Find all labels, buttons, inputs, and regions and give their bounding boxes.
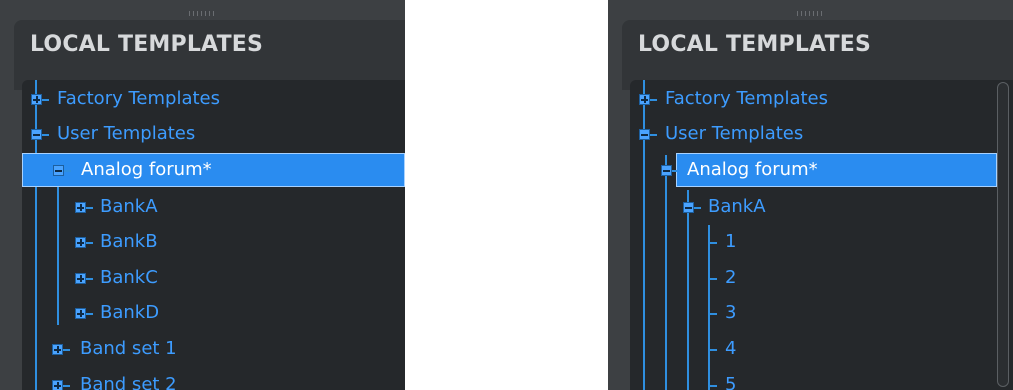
template-tree: Factory Templates User Templates Analog … <box>22 80 405 390</box>
tree-connector <box>86 207 93 209</box>
tree-item-analog-forum[interactable]: Analog forum* <box>22 153 405 187</box>
template-tree: Factory Templates User Templates Analog … <box>630 80 1013 390</box>
tree-item-template-1[interactable]: 1 <box>630 225 1013 259</box>
tree-connector <box>86 313 93 315</box>
collapse-minus-icon[interactable] <box>683 202 694 213</box>
tree-item-label: Analog forum* <box>81 159 212 180</box>
tree-item-label: BankA <box>708 196 766 217</box>
tree-item-label: 3 <box>725 302 737 323</box>
tree-item-label: 4 <box>725 338 737 359</box>
tree-item-factory-templates[interactable]: Factory Templates <box>22 82 405 116</box>
tree-connector <box>42 134 49 136</box>
vertical-scrollbar[interactable] <box>997 82 1009 387</box>
expand-plus-icon[interactable] <box>75 202 86 213</box>
tree-connector <box>42 99 49 101</box>
tree-connector <box>64 170 71 172</box>
tree-connector <box>86 278 93 280</box>
tree-connector <box>694 207 701 209</box>
drag-grip[interactable] <box>188 11 217 16</box>
tree-connector <box>710 242 717 244</box>
local-templates-panel-left: LOCAL TEMPLATES Factory Templates User T… <box>0 0 405 390</box>
tree-item-label: Band set 2 <box>80 374 177 390</box>
expand-plus-icon[interactable] <box>75 308 86 319</box>
tree-item-banka[interactable]: BankA <box>630 190 1013 224</box>
tree-item-banka[interactable]: BankA <box>22 190 405 224</box>
tree-item-label: Factory Templates <box>57 88 220 109</box>
tree-connector <box>650 134 657 136</box>
tree-item-label: Factory Templates <box>665 88 828 109</box>
tree-connector <box>710 385 717 387</box>
tree-item-user-templates[interactable]: User Templates <box>630 117 1013 151</box>
tree-item-label: Analog forum* <box>687 159 818 180</box>
tree-item-label: User Templates <box>665 123 804 144</box>
collapse-minus-icon[interactable] <box>639 129 650 140</box>
expand-plus-icon[interactable] <box>52 344 63 355</box>
tree-item-label: 1 <box>725 231 737 252</box>
tree-item-bankc[interactable]: BankC <box>22 261 405 295</box>
tree-connector <box>86 242 93 244</box>
tree-item-template-3[interactable]: 3 <box>630 296 1013 330</box>
panel-title: LOCAL TEMPLATES <box>30 32 264 57</box>
expand-plus-icon[interactable] <box>52 380 63 390</box>
collapse-minus-icon[interactable] <box>53 165 64 176</box>
tree-item-band-set-2[interactable]: Band set 2 <box>22 368 405 390</box>
tree-item-template-4[interactable]: 4 <box>630 332 1013 366</box>
panel-title: LOCAL TEMPLATES <box>638 32 872 57</box>
tree-item-band-set-1[interactable]: Band set 1 <box>22 332 405 366</box>
tree-item-analog-forum[interactable]: Analog forum* <box>661 153 997 187</box>
tree-item-label: User Templates <box>57 123 196 144</box>
tree-connector <box>63 385 70 387</box>
tree-item-factory-templates[interactable]: Factory Templates <box>630 82 1013 116</box>
local-templates-panel-right: LOCAL TEMPLATES Factory Templates User T… <box>608 0 1013 390</box>
tree-item-label: 5 <box>725 374 737 390</box>
collapse-minus-icon[interactable] <box>31 129 42 140</box>
tree-item-template-2[interactable]: 2 <box>630 261 1013 295</box>
tree-connector <box>672 170 677 172</box>
tree-connector <box>710 278 717 280</box>
tree-item-label: BankB <box>100 231 158 252</box>
drag-grip[interactable] <box>796 11 825 16</box>
tree-connector <box>710 313 717 315</box>
tree-item-label: 2 <box>725 267 737 288</box>
expand-plus-icon[interactable] <box>639 94 650 105</box>
tree-item-template-5[interactable]: 5 <box>630 368 1013 390</box>
tree-item-label: BankD <box>100 302 160 323</box>
expand-plus-icon[interactable] <box>75 237 86 248</box>
tree-item-label: BankC <box>100 267 158 288</box>
expand-plus-icon[interactable] <box>31 94 42 105</box>
tree-connector <box>710 349 717 351</box>
tree-item-label: Band set 1 <box>80 338 177 359</box>
tree-item-bankb[interactable]: BankB <box>22 225 405 259</box>
tree-item-bankd[interactable]: BankD <box>22 296 405 330</box>
tree-item-label: BankA <box>100 196 158 217</box>
tree-item-user-templates[interactable]: User Templates <box>22 117 405 151</box>
tree-connector <box>650 99 657 101</box>
tree-connector <box>63 349 70 351</box>
collapse-minus-icon[interactable] <box>661 165 672 176</box>
expand-plus-icon[interactable] <box>75 273 86 284</box>
